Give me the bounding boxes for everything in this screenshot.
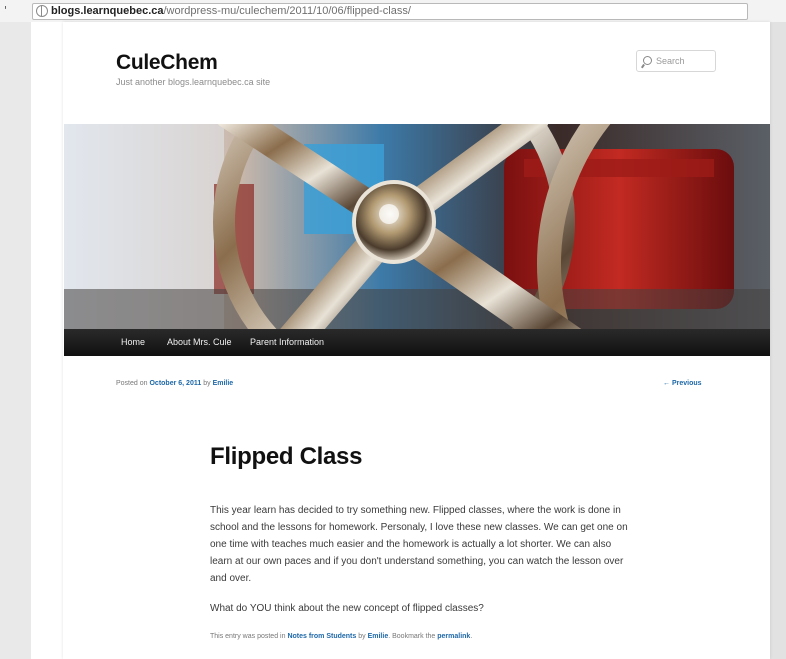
header-image-wheel (64, 124, 770, 329)
posted-in-label: This entry was posted in (210, 633, 286, 640)
footer-end: . (470, 633, 473, 640)
right-margin (770, 22, 786, 659)
address-text[interactable]: blogs.learnquebec.ca/wordpress-mu/culech… (51, 5, 411, 17)
site-title[interactable]: CuleChem (116, 51, 218, 75)
previous-post-link[interactable]: ← Previous (663, 380, 702, 387)
search-icon (643, 56, 652, 65)
nav-item-home[interactable]: Home (121, 337, 145, 347)
main-nav: Home About Mrs. Cule Parent Information (64, 329, 770, 356)
post-meta: Posted on October 6, 2011 by Emilie (116, 380, 233, 387)
address-field[interactable]: blogs.learnquebec.ca/wordpress-mu/culech… (32, 3, 748, 20)
post-title: Flipped Class (210, 443, 363, 470)
post-date-link[interactable]: October 6, 2011 (149, 380, 201, 387)
browser-url-bar: ' blogs.learnquebec.ca/wordpress-mu/cule… (0, 0, 786, 23)
post-question: What do YOU think about the new concept … (210, 603, 484, 614)
globe-icon (36, 5, 48, 17)
author-link[interactable]: Emilie (213, 380, 234, 387)
category-link[interactable]: Notes from Students (287, 633, 356, 640)
site-description: Just another blogs.learnquebec.ca site (116, 77, 271, 87)
url-path: /wordpress-mu/culechem/2011/10/06/flippe… (163, 5, 411, 17)
by-label: by (203, 380, 211, 387)
posted-on-label: Posted on (116, 380, 148, 387)
footer-author-link[interactable]: Emilie (368, 633, 389, 640)
permalink-link[interactable]: permalink (437, 633, 470, 640)
window-edge-mark: ' (4, 4, 8, 17)
search-placeholder: Search (656, 56, 685, 66)
footer-by-label: by (358, 633, 366, 640)
left-margin (0, 22, 31, 659)
post-body: This year learn has decided to try somet… (210, 505, 628, 584)
header-image (64, 124, 770, 329)
nav-item-parent-information[interactable]: Parent Information (250, 337, 324, 347)
entry-footer: This entry was posted in Notes from Stud… (210, 633, 472, 640)
nav-item-about[interactable]: About Mrs. Cule (167, 337, 232, 347)
search-input[interactable]: Search (636, 50, 716, 72)
bookmark-label: . Bookmark the (388, 633, 436, 640)
url-host: blogs.learnquebec.ca (51, 5, 164, 17)
